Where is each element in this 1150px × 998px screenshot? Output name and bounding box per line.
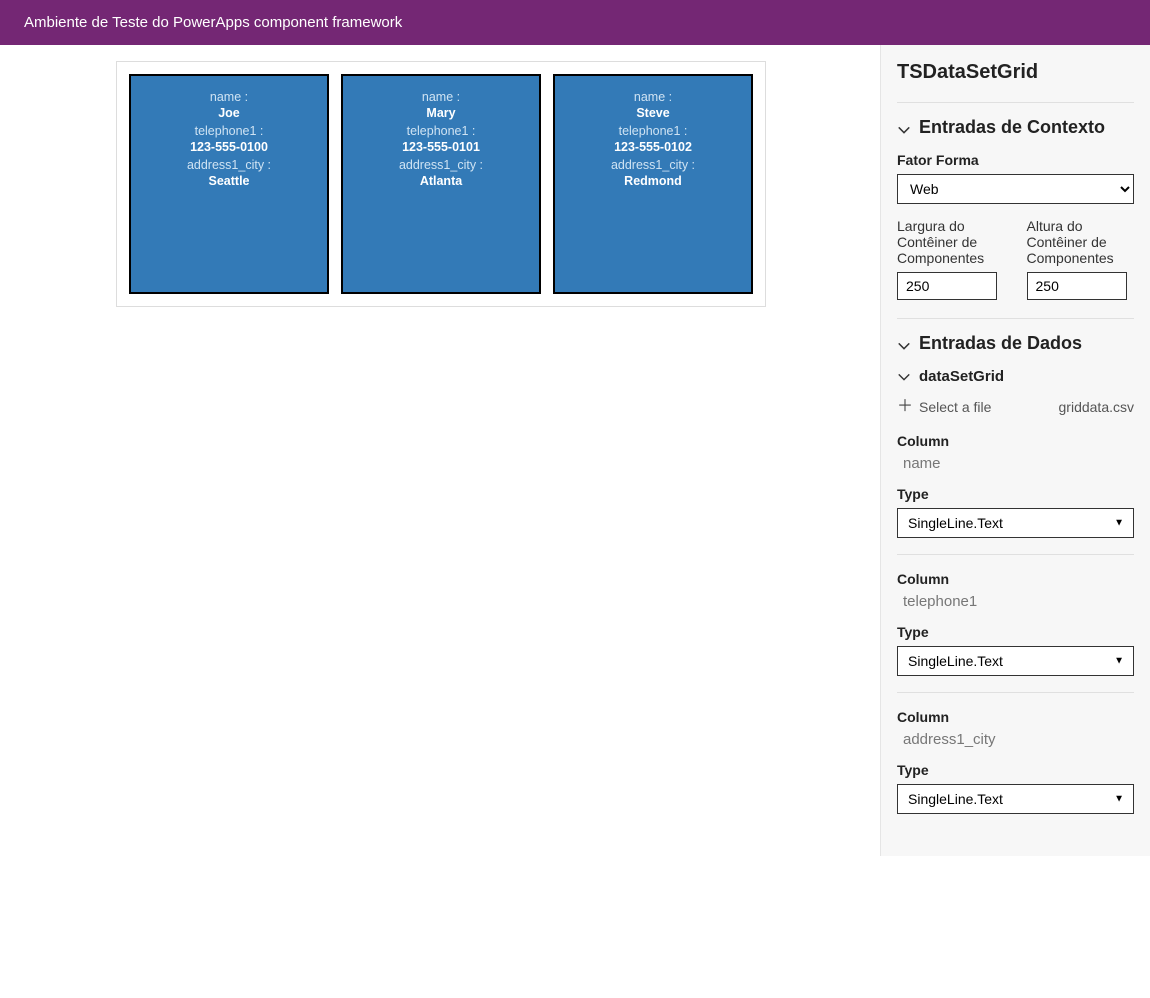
card-field-value: Atlanta: [343, 174, 539, 188]
app-header: Ambiente de Teste do PowerApps component…: [0, 0, 1150, 45]
card-field-label: telephone1 :: [555, 124, 751, 138]
card-field-value: Seattle: [131, 174, 327, 188]
form-factor-select[interactable]: Web: [897, 174, 1134, 204]
column-block: Column telephone1 Type SingleLine.Text: [897, 554, 1134, 676]
context-inputs-header[interactable]: Entradas de Contexto: [897, 117, 1134, 138]
selected-filename: griddata.csv: [1059, 399, 1134, 415]
properties-panel: TSDataSetGrid Entradas de Contexto Fator…: [880, 45, 1150, 856]
type-label: Type: [897, 762, 1134, 778]
card-field-label: name :: [555, 90, 751, 104]
dataset-name: dataSetGrid: [919, 368, 1004, 385]
data-card[interactable]: name : Steve telephone1 : 123-555-0102 addre…: [553, 74, 753, 294]
type-label: Type: [897, 486, 1134, 502]
card-field-value: 123-555-0102: [555, 140, 751, 154]
container-width-label: Largura do Contêiner de Componentes: [897, 218, 1005, 266]
column-type-select[interactable]: SingleLine.Text: [897, 508, 1134, 538]
container-height-label: Altura do Contêiner de Componentes: [1027, 218, 1135, 266]
column-type-select[interactable]: SingleLine.Text: [897, 784, 1134, 814]
column-label: Column: [897, 433, 1134, 449]
component-canvas: name : Joe telephone1 : 123-555-0100 address…: [116, 61, 766, 307]
divider: [897, 102, 1134, 103]
app-title: Ambiente de Teste do PowerApps component…: [24, 14, 402, 31]
card-field-value: Redmond: [555, 174, 751, 188]
chevron-down-icon: [897, 121, 911, 135]
data-inputs-title: Entradas de Dados: [919, 333, 1082, 354]
card-field-value: Steve: [555, 106, 751, 120]
data-inputs-header[interactable]: Entradas de Dados: [897, 333, 1134, 354]
card-field-label: telephone1 :: [343, 124, 539, 138]
type-label: Type: [897, 624, 1134, 640]
card-field-label: telephone1 :: [131, 124, 327, 138]
component-name: TSDataSetGrid: [897, 61, 1134, 84]
card-field-value: Joe: [131, 106, 327, 120]
select-file-label: Select a file: [919, 399, 991, 415]
context-inputs-title: Entradas de Contexto: [919, 117, 1105, 138]
divider: [897, 318, 1134, 319]
card-field-value: 123-555-0101: [343, 140, 539, 154]
chevron-down-icon: [897, 370, 911, 384]
select-file-button[interactable]: ＋ Select a file: [897, 399, 991, 415]
form-factor-label: Fator Forma: [897, 152, 1134, 168]
card-field-value: 123-555-0100: [131, 140, 327, 154]
column-name: address1_city: [903, 731, 1134, 748]
column-name: name: [903, 455, 1134, 472]
column-name: telephone1: [903, 593, 1134, 610]
card-field-label: name :: [131, 90, 327, 104]
plus-icon: ＋: [897, 399, 913, 415]
container-height-input[interactable]: [1027, 272, 1127, 300]
data-card[interactable]: name : Mary telephone1 : 123-555-0101 addres…: [341, 74, 541, 294]
dataset-header[interactable]: dataSetGrid: [897, 368, 1134, 385]
chevron-down-icon: [897, 337, 911, 351]
column-block: Column name Type SingleLine.Text: [897, 433, 1134, 538]
data-card[interactable]: name : Joe telephone1 : 123-555-0100 address…: [129, 74, 329, 294]
column-block: Column address1_city Type SingleLine.Text: [897, 692, 1134, 814]
card-field-label: address1_city :: [131, 158, 327, 172]
column-label: Column: [897, 709, 1134, 725]
card-field-label: name :: [343, 90, 539, 104]
preview-area: name : Joe telephone1 : 123-555-0100 address…: [0, 45, 880, 856]
container-width-input[interactable]: [897, 272, 997, 300]
card-field-label: address1_city :: [555, 158, 751, 172]
column-label: Column: [897, 571, 1134, 587]
card-field-value: Mary: [343, 106, 539, 120]
column-type-select[interactable]: SingleLine.Text: [897, 646, 1134, 676]
card-field-label: address1_city :: [343, 158, 539, 172]
